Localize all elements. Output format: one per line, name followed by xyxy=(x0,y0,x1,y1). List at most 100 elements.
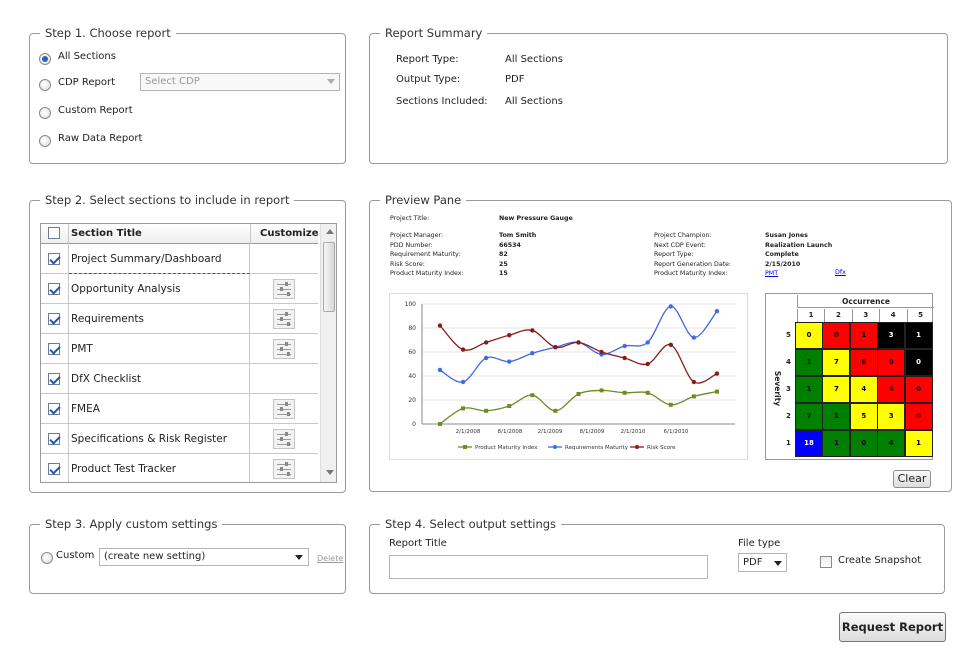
clear-button[interactable]: Clear xyxy=(893,470,931,488)
section-check-cell xyxy=(41,244,69,274)
chart-point xyxy=(461,406,466,411)
preview-right-label: Next CDP Event: xyxy=(654,241,706,249)
create-snapshot-label: Create Snapshot xyxy=(838,555,922,566)
custom-setting-select[interactable]: (create new setting) xyxy=(99,548,309,566)
preview-left-value: 82 xyxy=(499,251,508,258)
heatmap-cell: 7 xyxy=(795,403,823,430)
section-checkbox[interactable] xyxy=(48,373,60,385)
cdp-select-placeholder: Select CDP xyxy=(145,76,200,87)
chart-point xyxy=(714,371,720,376)
report-summary-legend: Report Summary xyxy=(380,26,488,40)
scroll-up-icon[interactable] xyxy=(326,229,334,234)
chart-point xyxy=(714,389,719,394)
section-check-cell xyxy=(41,424,69,454)
chart-point xyxy=(668,342,673,347)
report-title-input[interactable] xyxy=(389,555,708,579)
customize-icon[interactable] xyxy=(273,279,295,299)
preview-right-value: Realization Launch xyxy=(765,241,833,249)
summary-output-type-label: Output Type: xyxy=(396,74,461,85)
chart-point xyxy=(599,388,604,393)
customize-icon[interactable] xyxy=(273,399,295,419)
chart-legend-marker xyxy=(635,445,639,449)
chart-point xyxy=(530,328,535,333)
section-checkbox[interactable] xyxy=(48,283,60,295)
customize-icon[interactable] xyxy=(273,339,295,359)
section-check-cell xyxy=(41,364,69,394)
cdp-select[interactable]: Select CDP xyxy=(140,73,340,91)
request-report-button[interactable]: Request Report xyxy=(839,612,946,642)
radio-raw-data-report[interactable] xyxy=(39,135,51,147)
heatmap-cell: 5 xyxy=(849,403,878,430)
customize-icon[interactable] xyxy=(273,309,295,329)
chart-xtick-label: 2/1/2010 xyxy=(621,429,646,435)
chart-point xyxy=(437,367,443,373)
chart-point xyxy=(622,390,627,395)
radio-cdp-report[interactable] xyxy=(39,79,51,91)
heatmap-col-label: 1 xyxy=(797,309,824,322)
customize-icon[interactable] xyxy=(273,429,295,449)
customize-icon[interactable] xyxy=(273,459,295,479)
section-checkbox[interactable] xyxy=(48,313,60,325)
create-snapshot-checkbox[interactable] xyxy=(820,556,832,568)
scrollbar-thumb[interactable] xyxy=(323,242,335,312)
section-title: DfX Checklist xyxy=(69,364,250,394)
radio-all-sections[interactable] xyxy=(39,53,51,65)
section-checkbox[interactable] xyxy=(48,403,60,415)
preview-left-label: PDD Number: xyxy=(390,241,433,249)
report-summary-fieldset: Report Summary Report Type: All Sections… xyxy=(369,26,948,164)
select-all-checkbox[interactable] xyxy=(48,227,60,239)
section-checkbox[interactable] xyxy=(48,253,60,265)
chart-xtick-label: 2/1/2008 xyxy=(456,429,481,435)
section-checkbox[interactable] xyxy=(48,433,60,445)
heatmap-cell: 0 xyxy=(904,349,933,376)
radio-custom-setting[interactable] xyxy=(41,552,53,564)
heatmap-cell: 7 xyxy=(822,376,851,403)
section-checkbox[interactable] xyxy=(48,463,60,475)
header-divider xyxy=(250,224,251,244)
preview-right-label: Product Maturity Index: xyxy=(654,270,728,277)
section-checkbox[interactable] xyxy=(48,343,60,355)
scroll-down-icon[interactable] xyxy=(326,470,334,475)
table-scrollbar[interactable] xyxy=(320,224,336,482)
preview-left-value: Tom Smith xyxy=(499,232,537,239)
preview-dfx-link[interactable]: Dfx xyxy=(835,269,846,276)
chart-point xyxy=(507,404,512,408)
delete-link[interactable]: Delete xyxy=(317,554,343,563)
step3-legend: Step 3. Apply custom settings xyxy=(40,517,223,531)
heatmap-cell: 0 xyxy=(877,349,906,376)
file-type-select[interactable]: PDF xyxy=(738,553,787,572)
report-title-label: Report Title xyxy=(389,538,447,549)
chart-legend-marker xyxy=(553,445,557,449)
heatmap-title: Occurrence xyxy=(797,295,934,308)
summary-report-type-value: All Sections xyxy=(505,54,563,65)
radio-custom-report[interactable] xyxy=(39,107,51,119)
preview-right-value[interactable]: PMT xyxy=(765,270,778,277)
chart-point xyxy=(622,355,627,361)
heatmap-cell: 1 xyxy=(795,376,823,403)
chart-point xyxy=(483,340,489,345)
chart-series-line xyxy=(439,325,718,384)
heatmap-cell: 3 xyxy=(877,403,906,430)
clear-button-label: Clear xyxy=(897,472,927,485)
summary-output-type-value: PDF xyxy=(505,74,525,85)
preview-legend: Preview Pane xyxy=(380,193,467,207)
section-check-cell xyxy=(41,394,69,424)
chevron-down-icon xyxy=(295,555,303,560)
chart-point xyxy=(437,323,443,328)
step3-fieldset: Step 3. Apply custom settings Custom (cr… xyxy=(29,517,346,594)
heatmap-cell: 1 xyxy=(904,322,933,349)
heatmap-cell: 18 xyxy=(795,430,823,457)
chart-point xyxy=(576,392,581,396)
preview-right-value: Susan Jones xyxy=(765,232,808,239)
radio-all-sections-label: All Sections xyxy=(58,51,116,62)
section-row: Opportunity Analysis xyxy=(41,274,318,304)
chart-ytick-label: 40 xyxy=(408,373,416,380)
heatmap-cell: 1 xyxy=(795,349,823,376)
preview-left-value: 25 xyxy=(499,260,508,268)
heatmap-cell: 6 xyxy=(849,349,878,376)
chart-point xyxy=(507,333,512,338)
preview-right-value: 2/15/2010 xyxy=(765,260,801,268)
heatmap-cell: 0 xyxy=(904,403,933,430)
step2-fieldset: Step 2. Select sections to include in re… xyxy=(29,193,346,493)
heatmap-cell: 0 xyxy=(849,430,878,457)
